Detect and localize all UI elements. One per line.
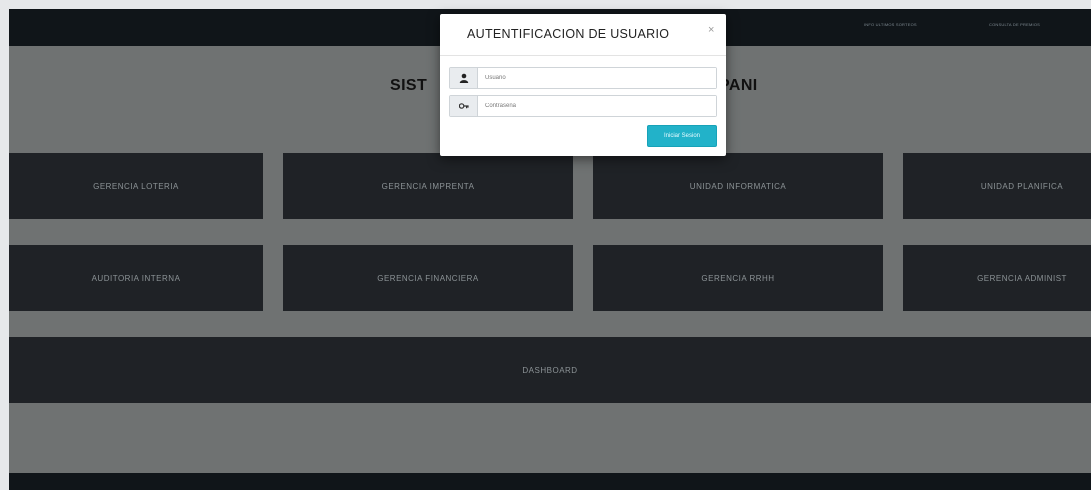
tile-gerencia-administrativa[interactable]: GERENCIA ADMINIST [903, 245, 1091, 311]
login-button[interactable]: Iniciar Sesion [647, 125, 717, 147]
username-input[interactable] [478, 68, 716, 88]
tile-gerencia-rrhh[interactable]: GERENCIA RRHH [593, 245, 883, 311]
nav-link-consulta-premios[interactable]: CONSULTA DE PREMIOS [989, 22, 1040, 27]
close-icon[interactable]: × [708, 24, 714, 36]
modal-header: AUTENTIFICACION DE USUARIO × [440, 14, 726, 56]
footer-bar [9, 473, 1091, 490]
tile-label: GERENCIA IMPRENTA [381, 181, 475, 191]
tile-gerencia-financiera[interactable]: GERENCIA FINANCIERA [283, 245, 573, 311]
user-icon [450, 68, 478, 88]
tile-label: GERENCIA ADMINIST [977, 273, 1067, 283]
tile-label: GERENCIA LOTERIA [93, 181, 179, 191]
nav-link-ultimos-sorteos[interactable]: INFO ULTIMOS SORTEOS [864, 22, 917, 27]
tile-label: UNIDAD PLANIFICA [980, 181, 1064, 191]
tile-label: GERENCIA FINANCIERA [377, 273, 479, 283]
tile-label: GERENCIA RRHH [701, 273, 775, 283]
tile-gerencia-imprenta[interactable]: GERENCIA IMPRENTA [283, 153, 573, 219]
page-title-left: SIST [390, 77, 428, 94]
tile-gerencia-loteria[interactable]: GERENCIA LOTERIA [9, 153, 263, 219]
tile-label: UNIDAD INFORMATICA [689, 181, 787, 191]
tile-auditoria-interna[interactable]: AUDITORIA INTERNA [9, 245, 263, 311]
username-field-group [449, 67, 717, 89]
password-field-group [449, 95, 717, 117]
modal-title: AUTENTIFICACION DE USUARIO [467, 27, 670, 41]
password-input[interactable] [478, 96, 716, 116]
key-icon [450, 96, 478, 116]
login-modal: AUTENTIFICACION DE USUARIO × Iniciar Ses… [440, 14, 726, 156]
tile-label: AUDITORIA INTERNA [91, 273, 181, 283]
tile-unidad-planificacion[interactable]: UNIDAD PLANIFICA [903, 153, 1091, 219]
tile-dashboard[interactable]: DASHBOARD [9, 337, 1091, 403]
tile-label: DASHBOARD [522, 365, 578, 375]
tile-unidad-informatica[interactable]: UNIDAD INFORMATICA [593, 153, 883, 219]
